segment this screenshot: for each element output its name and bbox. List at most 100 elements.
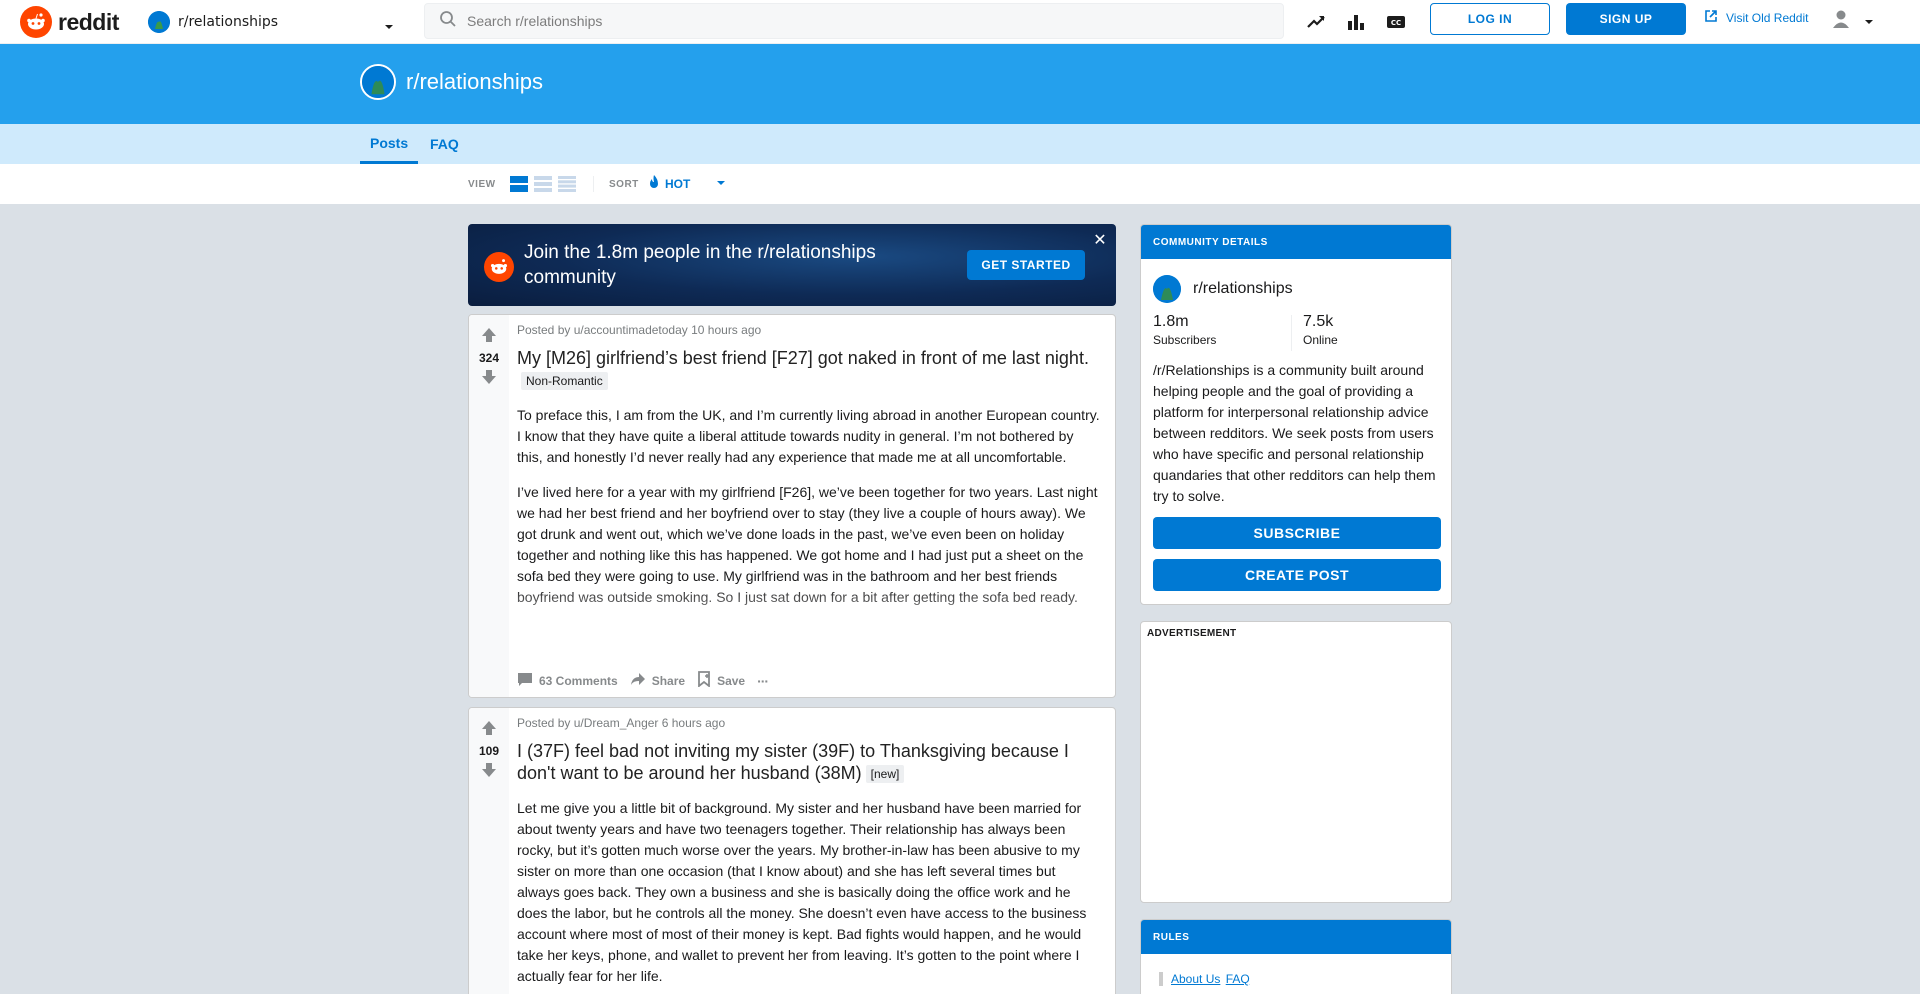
post-title-text: My [M26] girlfriend’s best friend [F27] …: [517, 348, 1089, 368]
community-name: r/relationships: [1193, 280, 1293, 297]
community-description: /r/Relationships is a community built ar…: [1153, 362, 1436, 504]
online-count: 7.5k: [1303, 313, 1334, 330]
community-selector-label: r/relationships: [178, 14, 279, 30]
sort-value: HOT: [665, 176, 691, 191]
vote-controls: 109: [469, 720, 509, 782]
chevron-down-icon: [384, 17, 394, 36]
card-view-icon[interactable]: [510, 176, 528, 192]
signup-button[interactable]: SIGN UP: [1566, 3, 1686, 35]
community-icon: [360, 64, 396, 100]
external-link-icon: [1704, 9, 1718, 26]
close-icon[interactable]: ✕: [1092, 232, 1108, 248]
cc-icon[interactable]: CC: [1384, 10, 1408, 34]
share-label: Share: [651, 673, 686, 688]
vote-controls: 324: [469, 327, 509, 389]
vote-score: 109: [478, 744, 500, 758]
get-started-button[interactable]: GET STARTED: [967, 250, 1085, 280]
post-actions: 63 Comments Share Save ···: [517, 671, 780, 690]
post-card[interactable]: 324 Posted by u/accountimadetoday 10 hou…: [468, 314, 1116, 698]
downvote-icon[interactable]: [481, 369, 497, 389]
chevron-down-icon: [716, 177, 726, 191]
advertisement-label: ADVERTISEMENT: [1147, 628, 1237, 639]
snoo-icon: [20, 6, 52, 38]
login-button[interactable]: LOG IN: [1430, 3, 1550, 35]
post-flair[interactable]: Non-Romantic: [521, 372, 608, 391]
logo-wordmark: reddit: [58, 8, 119, 35]
post-title[interactable]: I (37F) feel bad not inviting my sister …: [517, 740, 1107, 784]
search-input[interactable]: [467, 13, 1247, 29]
top-header: reddit r/relationships CC LOG IN SIGN UP…: [0, 0, 1920, 44]
community-banner: r/relationships: [0, 44, 1920, 124]
reddit-logo[interactable]: reddit: [20, 4, 119, 40]
sort-divider: [593, 176, 594, 192]
online-stat: 7.5k Online: [1303, 313, 1338, 347]
faq-link[interactable]: FAQ: [1226, 972, 1250, 986]
save-label: Save: [717, 673, 746, 688]
post-card[interactable]: 109 Posted by u/Dream_Anger 6 hours ago …: [468, 707, 1116, 994]
post-title-text: I (37F) feel bad not inviting my sister …: [517, 741, 1069, 783]
sort-bar: VIEW SORT HOT: [0, 164, 1920, 204]
flame-icon: [647, 174, 661, 193]
subscribers-label: Subscribers: [1153, 333, 1217, 347]
upvote-icon[interactable]: [481, 327, 497, 347]
view-label: VIEW: [468, 179, 496, 190]
community-selector[interactable]: r/relationships: [140, 4, 402, 40]
save-button[interactable]: Save: [697, 671, 745, 690]
community-avatar: [148, 11, 170, 33]
comments-count: 63 Comments: [539, 673, 618, 688]
user-menu[interactable]: [1830, 9, 1890, 33]
community-title: r/relationships: [406, 69, 543, 94]
share-button[interactable]: Share: [630, 671, 685, 690]
subscribe-button[interactable]: SUBSCRIBE: [1153, 517, 1441, 549]
post-flair[interactable]: [new]: [865, 765, 905, 784]
visit-old-reddit-link[interactable]: Visit Old Reddit: [1704, 9, 1808, 26]
post-body: Let me give you a little bit of backgrou…: [517, 798, 1101, 994]
subscribers-count: 1.8m: [1153, 313, 1189, 330]
stats-icon[interactable]: [1344, 10, 1368, 34]
more-icon: ···: [757, 672, 769, 689]
advertisement-card: ADVERTISEMENT: [1140, 621, 1452, 903]
join-text: Join the 1.8m people in the r/relationsh…: [524, 242, 876, 288]
post-paragraph: Let me give you a little bit of backgrou…: [517, 800, 1087, 984]
stat-divider: [1291, 315, 1292, 351]
post-meta: Posted by u/Dream_Anger 6 hours ago: [517, 716, 726, 730]
comment-icon: [517, 671, 533, 690]
sort-label: SORT: [609, 179, 639, 190]
upvote-icon[interactable]: [481, 720, 497, 740]
visit-old-reddit-label: Visit Old Reddit: [1726, 10, 1809, 25]
post-paragraph: To preface this, I am from the UK, and I…: [517, 407, 1100, 465]
search-bar[interactable]: [424, 3, 1284, 39]
bookmark-icon: [697, 671, 711, 690]
classic-view-icon[interactable]: [534, 176, 552, 192]
user-icon: [1830, 8, 1852, 34]
chevron-down-icon: [1864, 12, 1874, 31]
compact-view-icon[interactable]: [558, 176, 576, 192]
more-options-button[interactable]: ···: [757, 672, 769, 689]
search-icon: [439, 10, 457, 32]
rules-header: RULES: [1141, 920, 1451, 954]
sort-dropdown[interactable]: HOT: [647, 174, 726, 193]
post-meta: Posted by u/accountimadetoday 10 hours a…: [517, 323, 762, 337]
share-icon: [630, 671, 646, 690]
downvote-icon[interactable]: [481, 762, 497, 782]
snoo-icon: [484, 252, 514, 282]
create-post-button[interactable]: CREATE POST: [1153, 559, 1441, 591]
rules-card: RULES About Us FAQ: [1140, 919, 1452, 994]
vote-score: 324: [478, 351, 500, 365]
about-us-link[interactable]: About Us: [1171, 972, 1220, 986]
trending-icon[interactable]: [1304, 10, 1328, 34]
svg-text:CC: CC: [1391, 19, 1401, 27]
subscribers-stat: 1.8m Subscribers: [1153, 313, 1216, 347]
community-details-header: COMMUNITY DETAILS: [1141, 225, 1451, 259]
community-details-card: COMMUNITY DETAILS r/relationships 1.8m S…: [1140, 224, 1452, 605]
post-title[interactable]: My [M26] girlfriend’s best friend [F27] …: [517, 347, 1107, 391]
rules-links: About Us FAQ: [1159, 972, 1252, 986]
comments-button[interactable]: 63 Comments: [517, 671, 618, 690]
join-community-card: Join the 1.8m people in the r/relationsh…: [468, 224, 1116, 306]
online-label: Online: [1303, 333, 1338, 347]
community-identity[interactable]: r/relationships: [1153, 275, 1293, 303]
community-icon: [1153, 275, 1181, 303]
tab-posts[interactable]: Posts: [360, 124, 419, 164]
tab-faq[interactable]: FAQ: [430, 124, 459, 164]
community-tabs: Posts FAQ: [0, 124, 1920, 164]
